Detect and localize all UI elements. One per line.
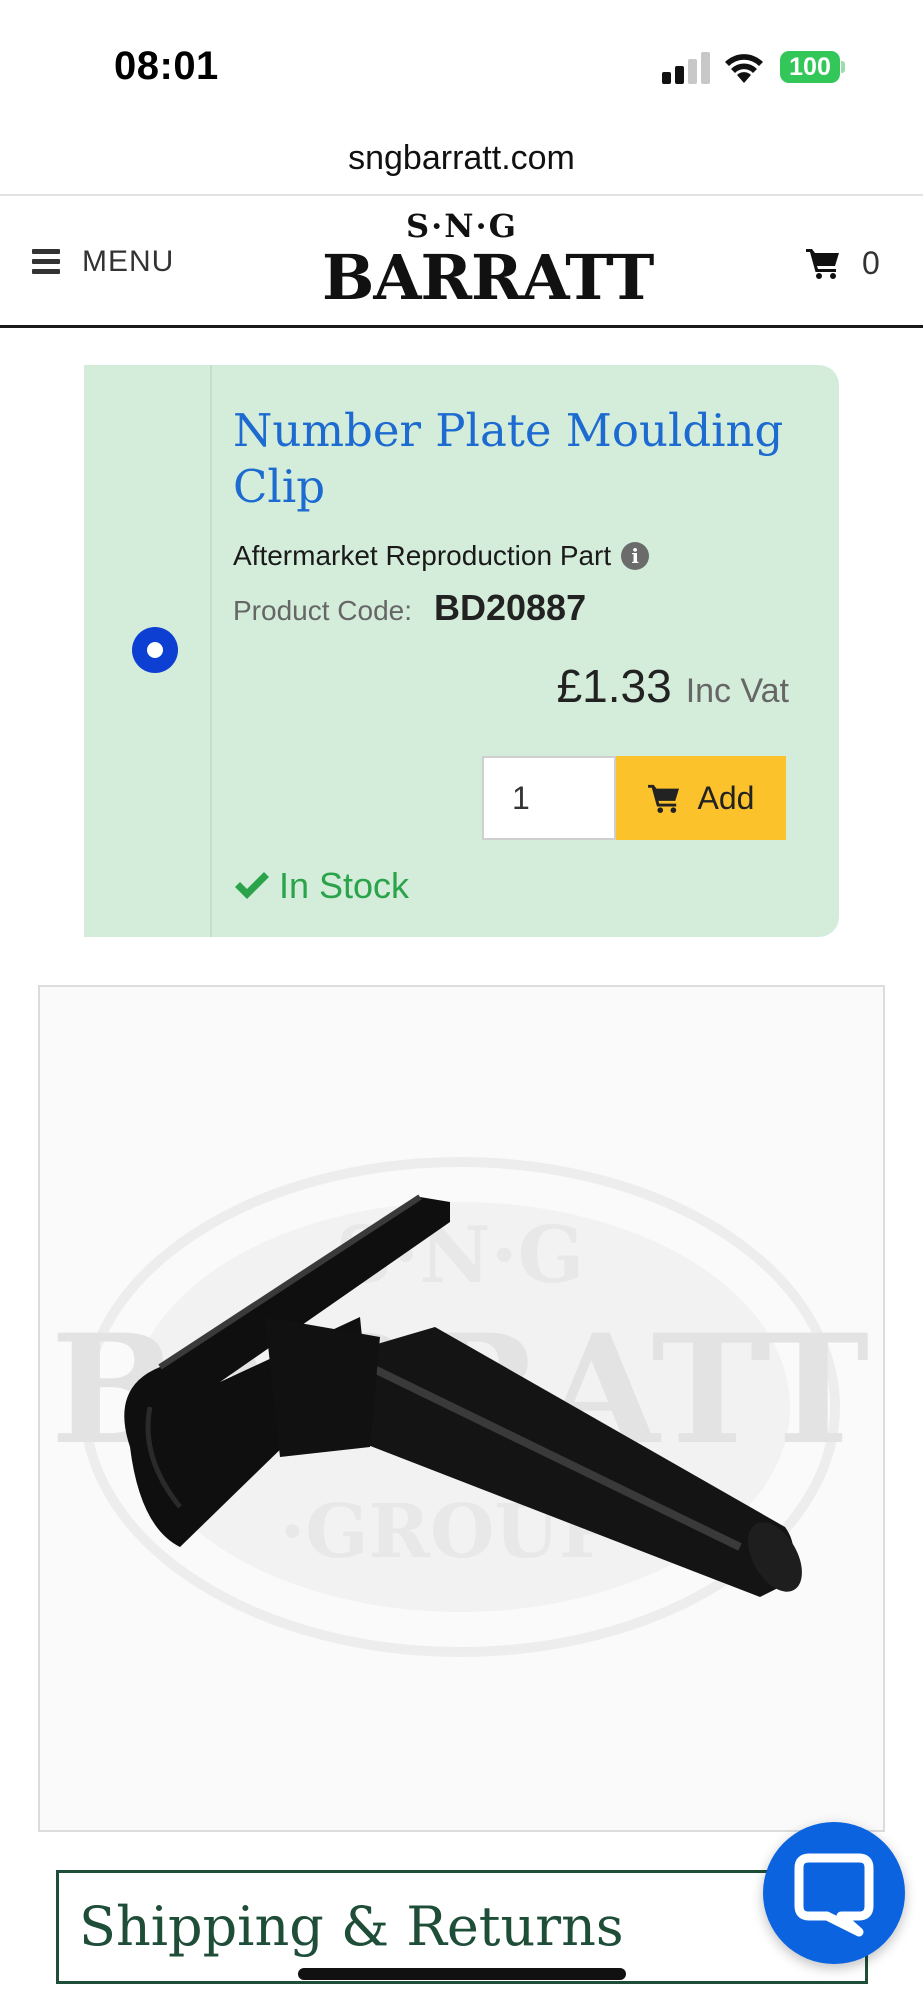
price-row: £1.33 Inc Vat	[557, 659, 789, 713]
status-time: 08:01	[114, 44, 219, 88]
cart-icon	[647, 784, 679, 813]
menu-button[interactable]: MENU	[32, 240, 174, 284]
quantity-input[interactable]: 1	[482, 756, 616, 840]
home-indicator	[298, 1968, 626, 1980]
stock-label: In Stock	[279, 865, 410, 906]
product-code-row: Product Code: BD20887	[233, 587, 586, 629]
signal-icon	[662, 52, 710, 84]
product-code: BD20887	[434, 587, 587, 628]
logo-top-text: S·N·G	[406, 207, 518, 245]
url-text: sngbarratt.com	[348, 139, 575, 177]
product-code-label: Product Code:	[233, 595, 412, 626]
vat-label: Inc Vat	[685, 672, 789, 710]
variant-radio[interactable]	[132, 627, 178, 673]
site-logo[interactable]: S·N·G BARRATT	[322, 207, 654, 318]
chat-icon	[794, 1853, 874, 1937]
shipping-returns-section[interactable]: Shipping & Returns	[56, 1870, 868, 1984]
battery-level: 100	[780, 51, 840, 83]
radio-column	[84, 365, 212, 937]
product-photo: S·N·G BARRATT ·GROUP·	[51, 1157, 869, 1657]
battery-icon: 100	[780, 51, 845, 83]
add-to-cart-button[interactable]: Add	[616, 756, 786, 840]
product-image[interactable]: S·N·G BARRATT ·GROUP·	[38, 985, 885, 1832]
stock-status: In Stock	[233, 865, 409, 907]
wifi-icon	[725, 54, 763, 83]
cart-icon	[806, 249, 839, 279]
chat-button[interactable]	[763, 1822, 905, 1964]
product-title[interactable]: Number Plate Moulding Clip	[233, 403, 793, 515]
logo-main-text: BARRATT	[322, 241, 654, 314]
part-type: Aftermarket Reproduction Part i	[233, 540, 650, 572]
address-bar[interactable]: sngbarratt.com	[0, 120, 923, 196]
check-icon	[235, 872, 269, 899]
hamburger-icon	[32, 249, 60, 275]
product-variant-card[interactable]: Number Plate Moulding Clip Aftermarket R…	[84, 365, 839, 937]
menu-label: MENU	[82, 245, 175, 278]
add-button-label: Add	[697, 779, 755, 816]
site-header: MENU S·N·G BARRATT 0	[0, 196, 923, 328]
part-type-label: Aftermarket Reproduction Part	[233, 540, 612, 571]
info-icon[interactable]: i	[621, 542, 650, 570]
shipping-returns-title: Shipping & Returns	[79, 1895, 624, 1958]
cart-button[interactable]: 0	[806, 238, 880, 288]
cart-count: 0	[862, 244, 880, 281]
status-bar: 08:01 100	[0, 0, 923, 120]
price: £1.33	[556, 660, 672, 712]
